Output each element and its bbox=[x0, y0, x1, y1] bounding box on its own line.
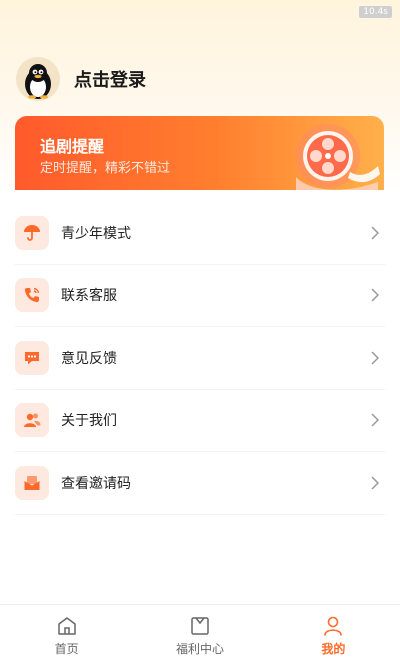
chevron-right-icon bbox=[371, 288, 379, 302]
home-icon bbox=[57, 617, 76, 635]
settings-menu: 青少年模式 联系客服 意见反馈 关于我们 查看邀请码 bbox=[15, 202, 385, 515]
menu-item-label: 青少年模式 bbox=[61, 225, 131, 242]
chat-bubble-icon bbox=[15, 340, 49, 375]
menu-item-teen-mode[interactable]: 青少年模式 bbox=[15, 202, 385, 265]
tab-label: 我的 bbox=[321, 642, 346, 656]
menu-item-label: 联系客服 bbox=[61, 288, 117, 305]
profile-login[interactable]: 点击登录 bbox=[16, 57, 146, 101]
tab-welfare-center[interactable]: 福利中心 bbox=[133, 605, 266, 667]
menu-item-feedback[interactable]: 意见反馈 bbox=[15, 327, 385, 390]
chevron-right-icon bbox=[371, 413, 379, 427]
umbrella-icon bbox=[15, 215, 49, 250]
banner-subtitle: 定时提醒，精彩不错过 bbox=[40, 161, 171, 176]
phone-icon bbox=[15, 278, 49, 313]
menu-item-label: 查看邀请码 bbox=[61, 475, 131, 492]
chevron-right-icon bbox=[371, 351, 379, 365]
menu-item-label: 意见反馈 bbox=[61, 350, 117, 367]
penguin-avatar-icon[interactable] bbox=[16, 57, 60, 101]
menu-item-invite-code[interactable]: 查看邀请码 bbox=[15, 452, 385, 515]
users-icon bbox=[15, 403, 49, 438]
menu-item-contact-support[interactable]: 联系客服 bbox=[15, 265, 385, 327]
chevron-right-icon bbox=[371, 226, 379, 240]
tab-label: 首页 bbox=[54, 642, 79, 656]
profile-icon bbox=[324, 616, 343, 636]
menu-item-about-us[interactable]: 关于我们 bbox=[15, 390, 385, 452]
gift-box-icon bbox=[191, 617, 209, 635]
film-reel-icon bbox=[296, 124, 380, 190]
tab-mine[interactable]: 我的 bbox=[267, 605, 400, 667]
menu-item-label: 关于我们 bbox=[61, 413, 117, 430]
chevron-right-icon bbox=[371, 476, 379, 490]
status-tag: 10.4s bbox=[359, 6, 392, 18]
tab-home[interactable]: 首页 bbox=[0, 605, 133, 667]
bottom-tab-bar: 首页 福利中心 我的 bbox=[0, 604, 400, 667]
drama-reminder-banner[interactable]: 追剧提醒 定时提醒，精彩不错过 bbox=[15, 116, 384, 190]
login-label[interactable]: 点击登录 bbox=[74, 66, 146, 92]
banner-title: 追剧提醒 bbox=[40, 137, 105, 156]
envelope-icon bbox=[15, 465, 49, 500]
tab-label: 福利中心 bbox=[175, 642, 224, 656]
